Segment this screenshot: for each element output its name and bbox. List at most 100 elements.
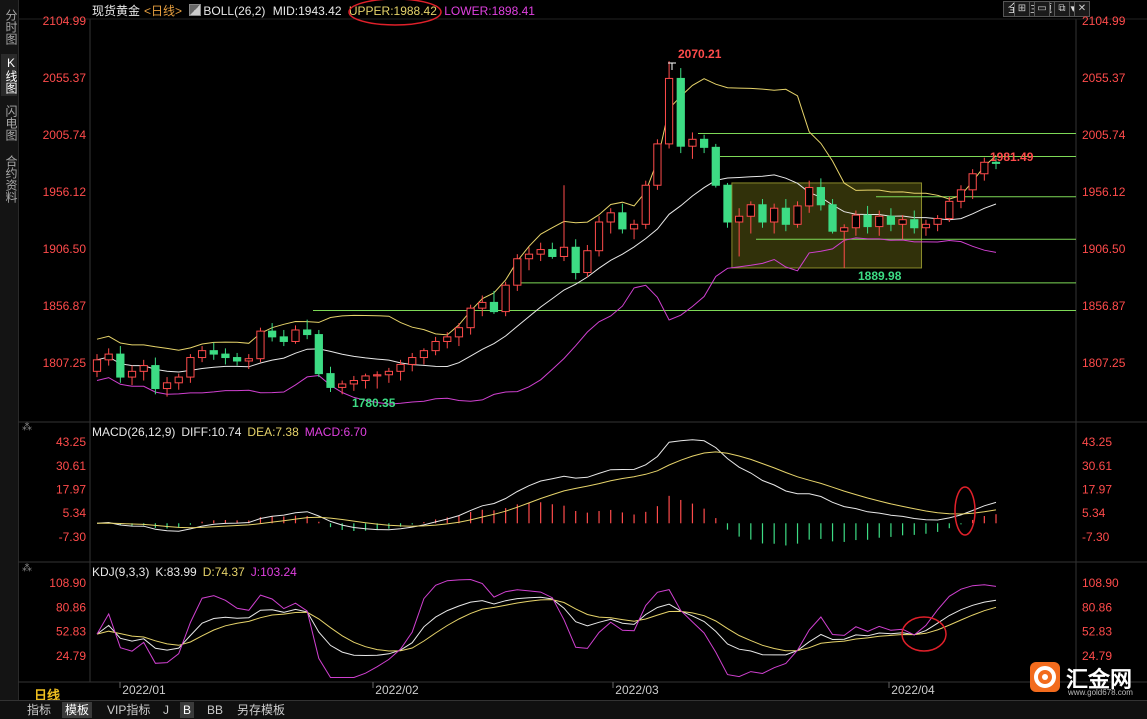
kdj-d-line: [96, 599, 997, 652]
tab-b[interactable]: B: [180, 702, 195, 718]
candle-body: [454, 327, 464, 338]
candle-body: [104, 353, 113, 361]
candle-body: [373, 374, 382, 377]
gold678-logo: 汇金网 www.gold678.com: [1030, 662, 1146, 698]
candle-body: [653, 143, 662, 186]
bottom-toolbar: 指标 模板 VIP指标 J B BB 另存模板: [0, 700, 1147, 719]
feb-low-label: 1780.35: [352, 396, 396, 410]
candle-body: [314, 334, 323, 375]
macd-diff-value: DIFF:10.74: [181, 425, 242, 439]
candle-body: [781, 207, 790, 225]
candle-body: [116, 353, 125, 378]
candle-body: [419, 350, 429, 359]
macd-axis-right: 43.25 30.61 17.97 5.34 -7.30: [1082, 435, 1112, 544]
candlestick-chart: 2104.99 2055.37 2005.74 1956.12 1906.50 1856.…: [18, 0, 1147, 697]
candle-body: [524, 253, 534, 260]
date-axis: 2022/01 2022/02 2022/03 2022/04: [119, 682, 935, 697]
candle-body: [851, 214, 861, 229]
candle-body: [664, 77, 674, 145]
candle-body: [805, 187, 814, 207]
candle-body: [232, 357, 242, 362]
candle-body: [489, 301, 499, 313]
price-tick-left: 2104.99: [43, 14, 87, 28]
price-tick-right: 2055.37: [1082, 71, 1126, 85]
candle-body: [629, 223, 639, 230]
price-tick-right: 1807.25: [1082, 356, 1126, 370]
price-tick-left: 1906.50: [43, 242, 87, 256]
candle-body: [338, 383, 347, 388]
kdj-tick-right: 108.90: [1082, 576, 1119, 590]
candle-body: [606, 212, 615, 223]
kdj-title: KDJ(9,3,3): [92, 565, 150, 579]
candle-body: [431, 340, 440, 352]
macd-tick-left: -7.30: [59, 530, 87, 544]
macd-tick-left: 43.25: [56, 435, 86, 449]
price-tick-right: 1906.50: [1082, 242, 1126, 256]
candle-body: [151, 365, 160, 390]
candle-body: [127, 370, 137, 378]
candle-body: [968, 173, 977, 191]
kdj-title-bar: KDJ(9,3,3) K:83.99 D:74.37 J:103.24: [92, 565, 303, 579]
candle-body: [910, 219, 919, 229]
price-axis-left: 2104.99 2055.37 2005.74 1956.12 1906.50 1856.…: [43, 14, 87, 370]
candle-body: [384, 370, 394, 376]
candle-body: [326, 373, 335, 388]
tab-templates[interactable]: 模板: [62, 702, 93, 718]
price-tick-right: 2104.99: [1082, 14, 1126, 28]
candle-body: [92, 359, 102, 372]
kdj-tick-left: 52.83: [56, 625, 86, 639]
tab-vip-indicators[interactable]: VIP指标: [104, 702, 153, 718]
box-low-label: 1889.98: [858, 269, 902, 283]
support-resistance-lines: [313, 133, 1076, 311]
trading-chart-window: 分时图 K线图 闪电图 合约资料 现货黄金 <日线> BOLL(26,2) MID…: [0, 0, 1147, 719]
consolidation-box: [731, 182, 923, 269]
price-tick-right: 1956.12: [1082, 185, 1126, 199]
price-tick-right: 1856.87: [1082, 299, 1126, 313]
price-tick-left: 1956.12: [43, 185, 87, 199]
macd-tick-left: 5.34: [63, 506, 87, 520]
macd-tick-left: 17.97: [56, 483, 86, 497]
tab-save-template[interactable]: 另存模板: [234, 702, 288, 718]
macd-tick-left: 30.61: [56, 459, 86, 473]
candle-body: [174, 376, 183, 384]
candle-body: [466, 307, 475, 329]
candle-body: [396, 363, 405, 372]
tab-j[interactable]: J: [160, 702, 172, 718]
candle-body: [303, 329, 312, 336]
candle-body: [863, 214, 872, 228]
price-tick-left: 2005.74: [43, 128, 87, 142]
kdj-d-value: D:74.37: [202, 565, 245, 579]
candle-body: [746, 204, 755, 217]
price-tick-left: 1856.87: [43, 299, 87, 313]
kdj-k-line: [96, 596, 997, 657]
tab-indicators[interactable]: 指标: [24, 702, 54, 718]
candle-body: [139, 365, 148, 372]
candle-body: [536, 249, 545, 255]
candle-body: [583, 250, 592, 274]
macd-value: MACD:6.70: [304, 425, 367, 439]
candle-body: [559, 246, 569, 257]
kdj-tick-right: 80.86: [1082, 600, 1112, 614]
candle-body: [945, 200, 954, 220]
macd-diff-line: [96, 439, 997, 532]
kdj-tick-right: 52.83: [1082, 625, 1112, 639]
logo-url: www.gold678.com: [1068, 688, 1133, 697]
kdj-tick-left: 80.86: [56, 600, 86, 614]
macd-tick-right: 30.61: [1082, 459, 1112, 473]
candle-body: [197, 350, 207, 359]
kdj-axis-right: 108.90 80.86 52.83 24.79: [1082, 576, 1119, 663]
candle-body: [291, 329, 300, 342]
candle-body: [478, 301, 487, 309]
candle-body: [980, 161, 989, 175]
candle-body: [244, 358, 253, 362]
tab-bb[interactable]: BB: [204, 702, 226, 718]
candle-body: [840, 227, 849, 232]
candle-body: [571, 246, 580, 274]
upper-highlight-circle: [348, 0, 442, 26]
candle-body: [770, 207, 779, 223]
candle-body: [618, 212, 627, 230]
candle-body: [209, 350, 218, 355]
candle-body: [594, 221, 604, 252]
candle-body: [641, 184, 650, 225]
candle-body: [758, 204, 767, 223]
